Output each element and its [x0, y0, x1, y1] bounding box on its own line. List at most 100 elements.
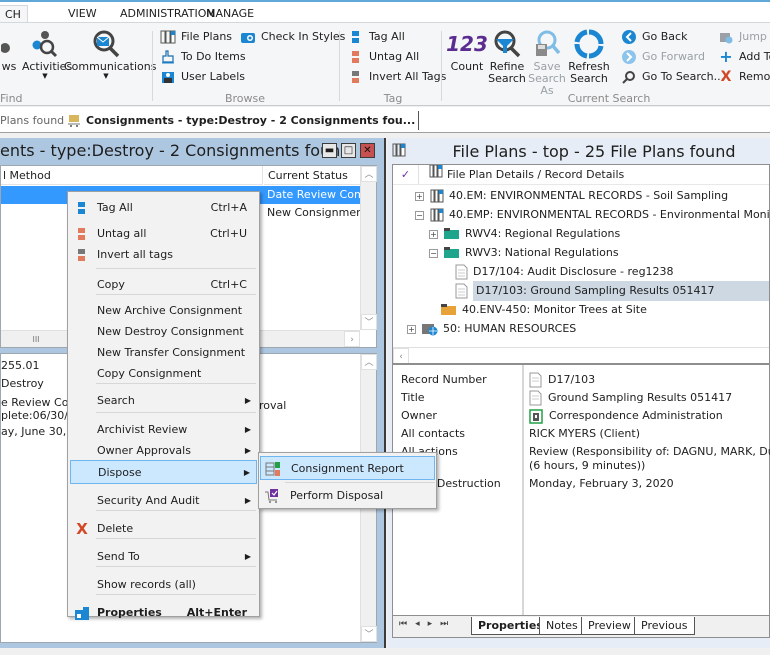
- submenu-arrow-icon: ▶: [243, 468, 250, 477]
- tree-node[interactable]: D17/104: Audit Disclosure - reg1238: [455, 262, 674, 282]
- check-in-styles-button[interactable]: Check In Styles: [240, 27, 345, 47]
- menu-item-dispose[interactable]: Dispose ▶: [70, 460, 257, 484]
- menu-item-properties[interactable]: Properties Alt+Enter: [70, 601, 257, 625]
- untag-all-button[interactable]: Untag All: [348, 47, 419, 67]
- tree-node[interactable]: D17/103: Ground Sampling Results 051417: [455, 281, 769, 301]
- scroll-thumb[interactable]: III: [11, 333, 61, 346]
- scroll-up-icon[interactable]: ︿: [361, 166, 377, 182]
- scroll-up-icon[interactable]: ︿: [361, 354, 377, 370]
- property-value: Monday, February 3, 2020: [529, 477, 674, 490]
- submenu-arrow-icon: ▶: [244, 396, 251, 405]
- close-button[interactable]: ✕: [360, 143, 375, 158]
- save-search-icon: [536, 30, 561, 56]
- tag-all-icon: [348, 29, 364, 45]
- property-value: Ground Sampling Results 051417: [529, 389, 732, 407]
- consignment-cart-icon: [67, 113, 81, 133]
- expand-icon[interactable]: +: [429, 229, 438, 239]
- menu-item-search[interactable]: Search ▶: [70, 389, 257, 413]
- activities-button[interactable]: Activities ▼: [22, 27, 72, 80]
- arrow-left-icon: [621, 29, 637, 45]
- workflows-icon: [1, 43, 10, 53]
- jump-button[interactable]: Jump: [718, 27, 767, 47]
- check-icon[interactable]: ✓: [393, 165, 419, 185]
- record-navigation[interactable]: ⏮◂▸⏭: [399, 619, 456, 629]
- folder-teal-icon: [444, 247, 460, 259]
- last-record-icon[interactable]: ⏭: [440, 619, 456, 629]
- tab-notes[interactable]: Notes: [539, 617, 585, 635]
- to-do-items-button[interactable]: To Do Items: [160, 47, 246, 67]
- count-icon: 123: [446, 32, 488, 56]
- go-back-button[interactable]: Go Back: [621, 27, 687, 47]
- perform-disposal-icon: [264, 488, 280, 504]
- group-label-find: Find: [0, 92, 23, 105]
- horizontal-scrollbar[interactable]: ‹: [393, 347, 769, 363]
- collapse-icon[interactable]: −: [415, 210, 424, 220]
- vertical-scrollbar[interactable]: ︿ ﹀: [360, 166, 377, 330]
- menu-separator: [285, 482, 435, 483]
- expand-icon[interactable]: +: [407, 324, 416, 334]
- communications-button[interactable]: Communications ▼: [64, 27, 156, 80]
- file-plans-button[interactable]: File Plans: [160, 27, 232, 47]
- prev-record-icon[interactable]: ◂: [415, 619, 428, 629]
- go-to-search-button[interactable]: Go To Search...: [621, 67, 724, 87]
- add-to-button[interactable]: + Add To: [718, 47, 770, 67]
- tree-node[interactable]: − RWV3: National Regulations: [429, 243, 619, 263]
- document-tab-bar: Plans found Consignments - type:Destroy …: [0, 107, 770, 133]
- tab-preview[interactable]: Preview: [581, 617, 638, 635]
- doc-tab-file-plans[interactable]: Plans found: [0, 111, 64, 130]
- menu-item-copy-consignment[interactable]: Copy Consignment: [70, 362, 257, 386]
- tree-node[interactable]: +40.EM: ENVIRONMENTAL RECORDS - Soil Sam…: [415, 186, 728, 206]
- property-value-continued: (6 hours, 9 minutes)): [529, 459, 646, 472]
- minimize-button[interactable]: ▬: [322, 143, 337, 158]
- tree-node[interactable]: −40.EMP: ENVIRONMENTAL RECORDS - Environ…: [415, 205, 769, 225]
- tree-node[interactable]: +50: HUMAN RESOURCES: [407, 319, 576, 339]
- workflows-button[interactable]: ws: [0, 27, 22, 73]
- group-separator: [339, 31, 340, 101]
- count-button[interactable]: 123 Count: [446, 27, 488, 73]
- delete-icon: X: [76, 520, 88, 538]
- column-header-method[interactable]: l Method: [1, 166, 263, 185]
- go-forward-button[interactable]: Go Forward: [621, 47, 705, 67]
- refine-search-icon: [494, 30, 521, 58]
- scroll-left-icon[interactable]: ‹: [393, 348, 409, 363]
- next-record-icon[interactable]: ▸: [428, 619, 441, 629]
- menu-item-consignment-report[interactable]: Consignment Report: [260, 456, 435, 480]
- document-icon: [455, 264, 468, 280]
- menu-item-perform-disposal[interactable]: Perform Disposal: [260, 484, 435, 508]
- tag-all-button[interactable]: Tag All: [348, 27, 405, 47]
- tab-previous[interactable]: Previous: [634, 617, 695, 635]
- tag-all-icon: [74, 200, 90, 216]
- group-label-tag: Tag: [383, 92, 403, 105]
- collapse-icon[interactable]: −: [429, 248, 438, 258]
- tree-node[interactable]: + RWV4: Regional Regulations: [429, 224, 620, 244]
- plus-icon: +: [719, 47, 733, 66]
- file-plan-icon: [160, 29, 176, 45]
- menu-item-show-records-all[interactable]: Show records (all): [70, 573, 257, 597]
- menu-item-delete[interactable]: X Delete: [70, 517, 257, 541]
- detail-value: 255.01: [1, 359, 40, 372]
- refine-search-button[interactable]: Refine Search: [488, 27, 526, 85]
- expand-icon[interactable]: +: [415, 191, 424, 201]
- maximize-button[interactable]: □: [341, 143, 356, 158]
- user-labels-button[interactable]: User Labels: [160, 67, 245, 87]
- first-record-icon[interactable]: ⏮: [399, 619, 415, 629]
- scroll-down-icon[interactable]: ﹀: [361, 314, 377, 330]
- remove-button[interactable]: X Remove: [718, 67, 770, 87]
- detail-value: roval: [259, 399, 287, 412]
- menu-item-tag-all[interactable]: Tag All Ctrl+A: [70, 196, 257, 220]
- globe-folder-icon: [422, 322, 438, 336]
- scroll-down-icon[interactable]: ﹀: [361, 626, 377, 642]
- save-search-as-button[interactable]: Save Search As: [524, 27, 570, 97]
- column-header-status[interactable]: Current Status: [264, 166, 360, 185]
- menu-item-invert-all-tags[interactable]: Invert all tags: [70, 243, 257, 267]
- user-labels-icon: [160, 69, 176, 85]
- menu-item-copy[interactable]: Copy Ctrl+C: [70, 273, 257, 297]
- invert-all-tags-button[interactable]: Invert All Tags: [348, 67, 446, 87]
- refresh-search-button[interactable]: Refresh Search: [568, 27, 610, 85]
- menu-item-send-to[interactable]: Send To ▶: [70, 545, 257, 569]
- menu-item-security-and-audit[interactable]: Security And Audit ▶: [70, 489, 257, 513]
- tree-node[interactable]: 40.ENV-450: Monitor Trees at Site: [441, 300, 647, 320]
- scroll-right-icon[interactable]: ›: [344, 331, 360, 347]
- location-icon: [529, 408, 543, 424]
- doc-tab-consignments[interactable]: Consignments - type:Destroy - 2 Consignm…: [64, 111, 420, 133]
